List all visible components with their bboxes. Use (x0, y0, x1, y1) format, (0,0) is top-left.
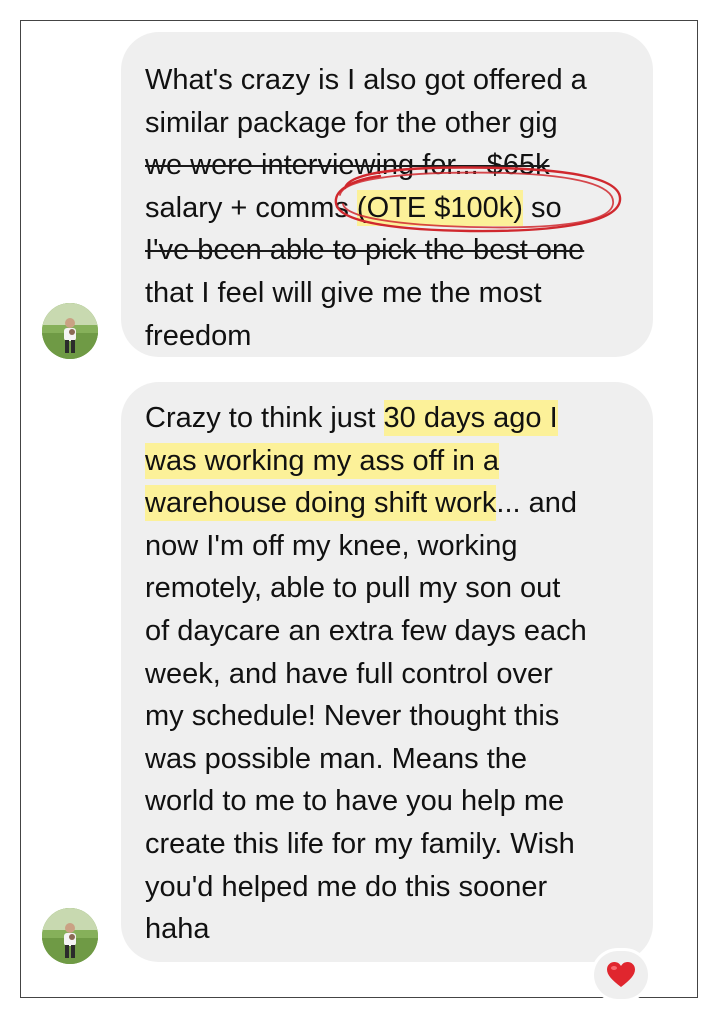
message-line: Crazy to think just 30 days ago I (145, 397, 633, 440)
highlighted-text: was working my ass off in a (145, 442, 500, 479)
message-line: freedom (145, 319, 252, 352)
message-bubble-1[interactable]: What's crazy is I also got offered a sim… (121, 32, 653, 357)
reaction-badge[interactable] (594, 951, 648, 999)
text-segment: so (522, 191, 562, 224)
message-line: my schedule! Never thought this (145, 700, 560, 733)
message-line-struck: I've been able to pick the best one (145, 229, 633, 272)
struck-text: I've been able to pick the best one (145, 234, 585, 267)
message-line: of daycare an extra few days each (145, 614, 587, 647)
highlighted-text: 30 days ago I (383, 400, 558, 436)
message-line: that I feel will give me the most (145, 276, 542, 309)
message-line: was working my ass off in a (145, 440, 633, 483)
message-line: What's crazy is I also got offered a (145, 64, 587, 96)
message-line: remotely, able to pull my son out (145, 572, 561, 605)
text-segment: ... and (496, 487, 578, 520)
avatar[interactable] (42, 908, 98, 964)
message-line: you'd helped me do this sooner (145, 870, 548, 903)
message-line: week, and have full control over (145, 657, 553, 690)
message-line: now I'm off my knee, working (145, 529, 518, 562)
avatar[interactable] (42, 303, 98, 359)
message-line: create this life for my family. Wish (145, 827, 575, 860)
highlighted-text: (OTE $100k) (356, 189, 523, 226)
message-line: salary + comms (OTE $100k) so (145, 187, 633, 230)
avatar-photo-icon (42, 303, 98, 359)
struck-text: we were interviewing for... $65k (145, 149, 550, 182)
message-line: warehouse doing shift work... and (145, 482, 633, 525)
text-segment: Crazy to think just (145, 402, 384, 434)
message-line-struck: we were interviewing for... $65k (145, 144, 633, 187)
message-bubble-2[interactable]: Crazy to think just 30 days ago I was wo… (121, 382, 653, 962)
text-segment: salary + comms (145, 191, 357, 224)
message-line: world to me to have you help me (145, 785, 565, 818)
avatar-photo-icon (42, 908, 98, 964)
heart-icon (607, 962, 635, 987)
message-line: similar package for the other gig (145, 106, 558, 139)
message-line: was possible man. Means the (145, 742, 528, 775)
highlighted-text: warehouse doing shift work (145, 485, 497, 522)
message-line: haha (145, 913, 210, 946)
